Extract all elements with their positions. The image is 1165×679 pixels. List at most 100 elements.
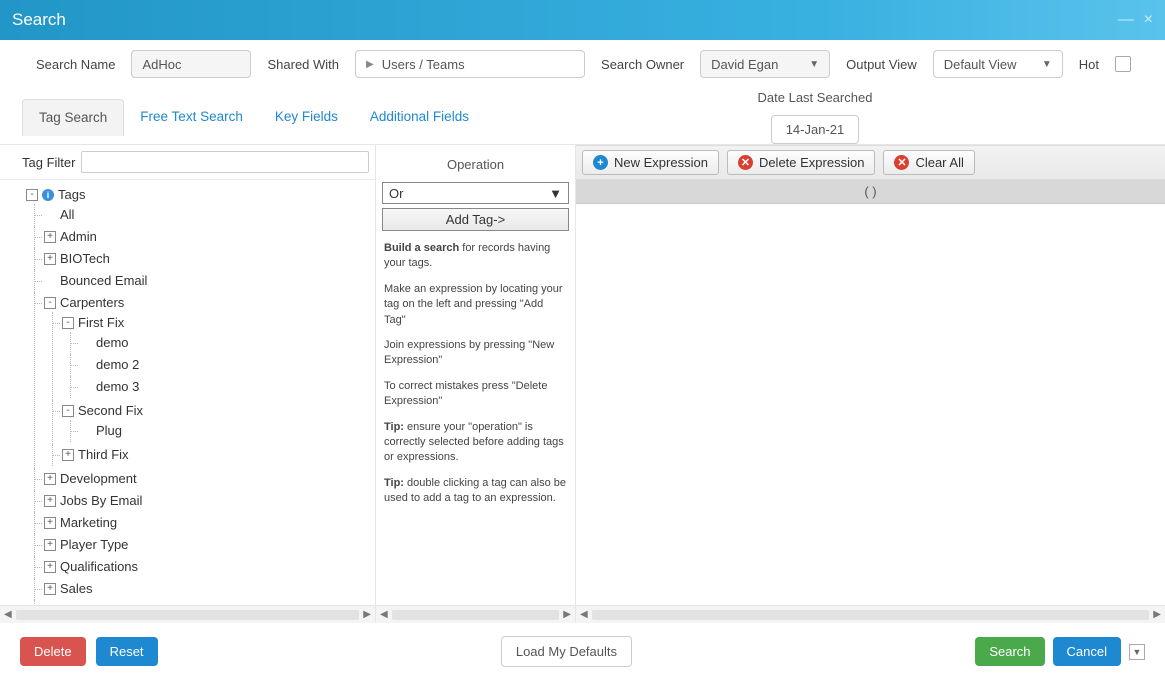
tree-node[interactable]: +Third Fix [62, 446, 375, 464]
scroll-right-icon[interactable]: ▶ [563, 609, 571, 620]
tab-free-text-search[interactable]: Free Text Search [124, 99, 259, 135]
search-name-input[interactable]: AdHoc [131, 50, 251, 78]
tree-node-label: Player Type [60, 536, 128, 554]
tree-node[interactable]: demo [80, 334, 375, 352]
tree-node[interactable]: All [44, 206, 375, 224]
load-defaults-button[interactable]: Load My Defaults [501, 636, 632, 667]
tree-node[interactable]: + Qualifications [44, 558, 375, 576]
tree-node[interactable]: + BIOTech [44, 250, 375, 268]
tag-filter-input[interactable] [81, 151, 369, 173]
close-icon[interactable]: × [1144, 11, 1153, 29]
operation-hints: Build a search for records having your t… [376, 231, 575, 526]
collapse-icon[interactable]: - [62, 405, 74, 417]
tree-node-label: Marketing [60, 514, 117, 532]
expand-icon[interactable]: + [44, 561, 56, 573]
tree-node[interactable]: demo 3 [80, 378, 375, 396]
tree-node[interactable]: + Player Type [44, 536, 375, 554]
tree-node[interactable]: Plug [80, 422, 375, 440]
collapse-icon[interactable]: - [26, 189, 38, 201]
tree-node[interactable]: +Jobs By Email [44, 492, 375, 510]
scroll-left-icon[interactable]: ◀ [380, 609, 388, 620]
x-icon: ✕ [894, 155, 909, 170]
tree-node-label: Second Fix [78, 402, 143, 420]
tree-node-label: demo 3 [96, 378, 139, 396]
chevron-down-icon: ▼ [549, 186, 562, 201]
tree-node[interactable]: Bounced Email [44, 272, 375, 290]
tree-node-label: Plug [96, 422, 122, 440]
scroll-left-icon[interactable]: ◀ [580, 609, 588, 620]
search-button[interactable]: Search [975, 637, 1044, 666]
right-horizontal-scrollbar[interactable]: ◀▶ [576, 605, 1165, 623]
tree-node-label: Qualifications [60, 558, 138, 576]
date-last-searched-label: Date Last Searched [758, 90, 873, 105]
delete-expression-button[interactable]: ✕ Delete Expression [727, 150, 876, 175]
tree-node-label: Tags [58, 186, 85, 204]
x-icon: ✕ [738, 155, 753, 170]
tree-node[interactable]: + Admin [44, 228, 375, 246]
tab-tag-search[interactable]: Tag Search [22, 99, 124, 136]
expand-icon[interactable]: + [44, 495, 56, 507]
tree-node-label: Sales [60, 580, 93, 598]
tree-node[interactable]: + Marketing [44, 514, 375, 532]
expand-icon[interactable]: + [44, 231, 56, 243]
collapse-icon[interactable]: - [62, 317, 74, 329]
caret-right-icon: ▶ [366, 59, 374, 70]
tree-node-label: demo [96, 334, 129, 352]
search-owner-label: Search Owner [601, 57, 684, 72]
expand-icon[interactable]: + [44, 473, 56, 485]
hot-label: Hot [1079, 57, 1099, 72]
new-expression-button[interactable]: + New Expression [582, 150, 719, 175]
tree-node[interactable]: + Development [44, 470, 375, 488]
expand-icon[interactable]: + [62, 449, 74, 461]
tab-row: Tag Search Free Text Search Key Fields A… [0, 82, 1165, 145]
shared-with-select[interactable]: ▶Users / Teams [355, 50, 585, 78]
tree-node[interactable]: -Second Fix [62, 402, 375, 420]
footer: Delete Reset Load My Defaults Search Can… [0, 623, 1165, 679]
tab-additional-fields[interactable]: Additional Fields [354, 99, 485, 135]
reset-button[interactable]: Reset [96, 637, 158, 666]
expression-row[interactable]: ( ) [576, 180, 1165, 204]
tab-key-fields[interactable]: Key Fields [259, 99, 354, 135]
expand-icon[interactable]: + [44, 253, 56, 265]
delete-button[interactable]: Delete [20, 637, 86, 666]
tree-node[interactable]: demo 2 [80, 356, 375, 374]
date-last-searched-value: 14-Jan-21 [771, 115, 860, 144]
expand-icon[interactable]: + [44, 583, 56, 595]
tag-tree[interactable]: -iTags All + Admin + BIOTech Bounced Email -Car… [4, 184, 375, 605]
scroll-right-icon[interactable]: ▶ [363, 609, 371, 620]
tree-node[interactable]: Sales Manager [44, 602, 375, 605]
middle-horizontal-scrollbar[interactable]: ◀▶ [376, 605, 575, 623]
left-horizontal-scrollbar[interactable]: ◀▶ [0, 605, 375, 623]
tree-node-label: Admin [60, 228, 97, 246]
hot-checkbox[interactable] [1115, 56, 1131, 72]
scroll-left-icon[interactable]: ◀ [4, 609, 12, 620]
operation-select[interactable]: Or ▼ [382, 182, 569, 204]
output-view-select[interactable]: Default View▼ [933, 50, 1063, 78]
plus-icon: + [593, 155, 608, 170]
shared-with-label: Shared With [267, 57, 339, 72]
search-owner-select[interactable]: David Egan▼ [700, 50, 830, 78]
tree-node-label: Sales Manager [60, 602, 147, 605]
tree-root[interactable]: -iTags [26, 186, 375, 204]
tree-node-label: All [60, 206, 74, 224]
collapse-icon[interactable]: - [44, 297, 56, 309]
minimize-icon[interactable]: — [1118, 11, 1134, 29]
output-view-label: Output View [846, 57, 917, 72]
tree-node-label: Development [60, 470, 137, 488]
add-tag-button[interactable]: Add Tag-> [382, 208, 569, 231]
tree-node[interactable]: -Carpenters [44, 294, 375, 312]
scroll-right-icon[interactable]: ▶ [1153, 609, 1161, 620]
cancel-dropdown-icon[interactable]: ▼ [1129, 644, 1145, 660]
clear-all-button[interactable]: ✕ Clear All [883, 150, 974, 175]
tree-node[interactable]: -First Fix [62, 314, 375, 332]
operation-heading: Operation [376, 145, 575, 180]
chevron-down-icon: ▼ [1042, 59, 1052, 70]
tree-node[interactable]: + Sales [44, 580, 375, 598]
tree-node-label: demo 2 [96, 356, 139, 374]
expand-icon[interactable]: + [44, 517, 56, 529]
tabs: Tag Search Free Text Search Key Fields A… [22, 99, 485, 135]
cancel-button[interactable]: Cancel [1053, 637, 1121, 666]
expression-toolbar: + New Expression ✕ Delete Expression ✕ C… [576, 145, 1165, 180]
tree-node-label: BIOTech [60, 250, 110, 268]
expand-icon[interactable]: + [44, 539, 56, 551]
